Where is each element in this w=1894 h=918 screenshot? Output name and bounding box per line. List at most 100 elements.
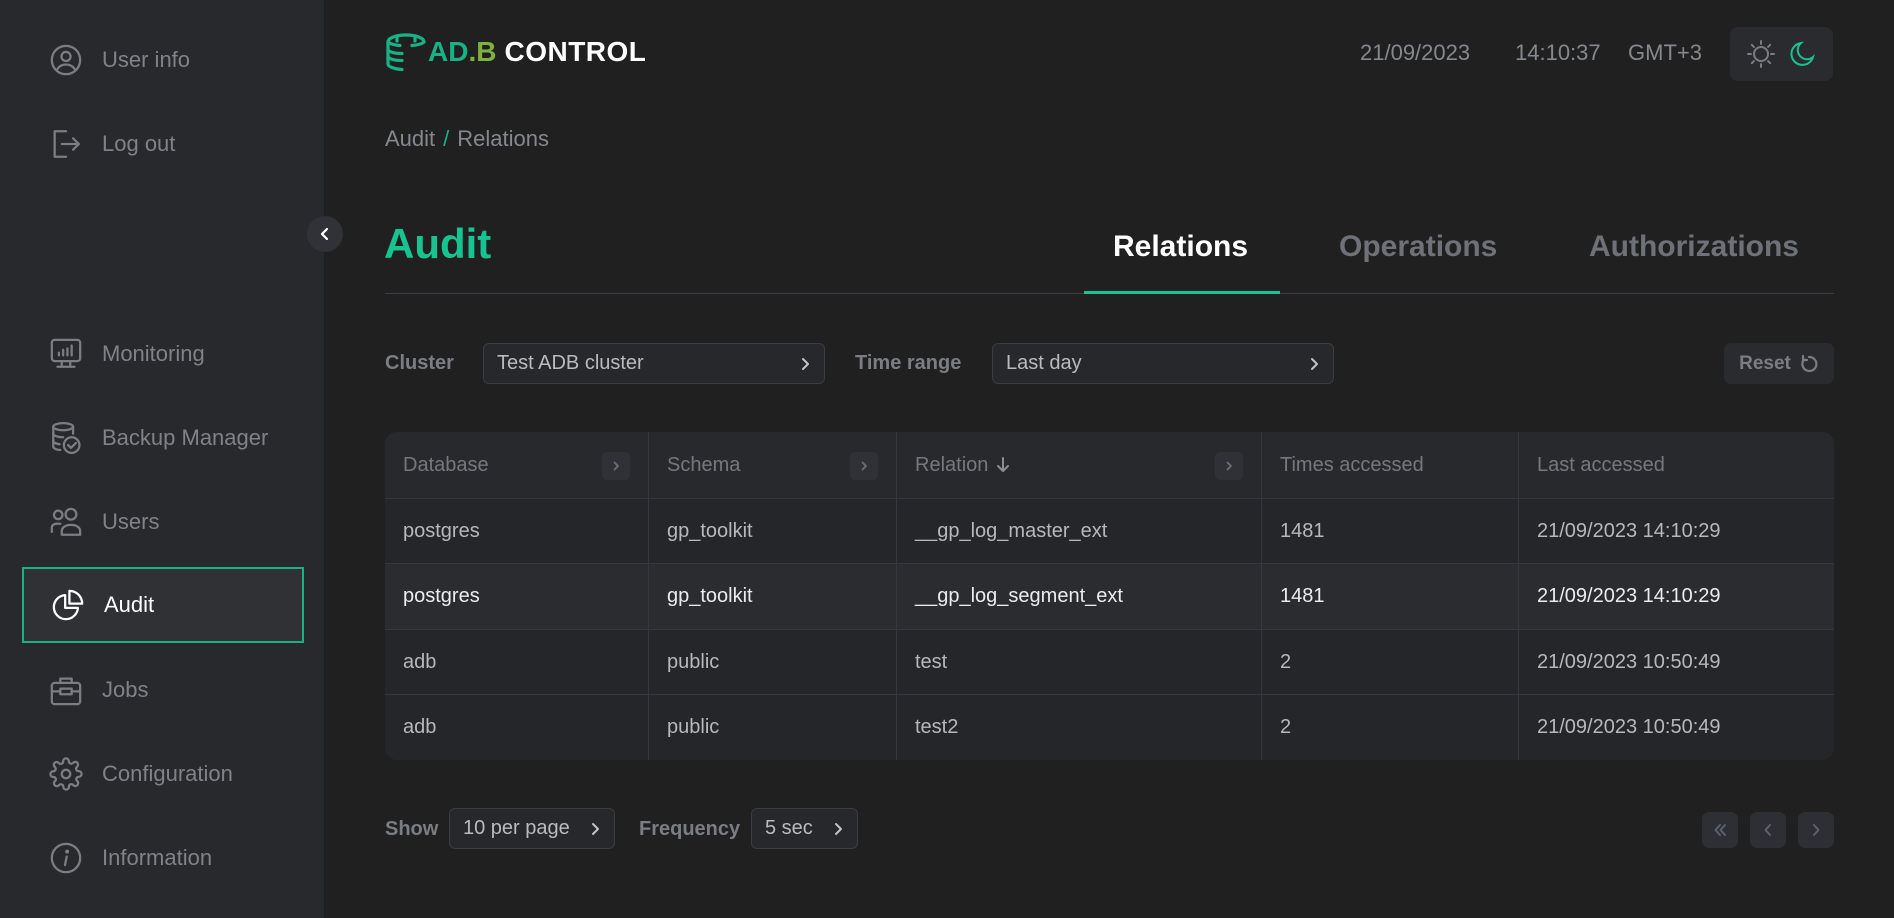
frequency-value: 5 sec: [765, 817, 813, 839]
sidebar-item-jobs[interactable]: Jobs: [22, 652, 304, 728]
chevron-right-icon: [802, 357, 809, 370]
sidebar-item-log-out[interactable]: Log out: [22, 106, 304, 182]
table-row[interactable]: adb public test2 2 21/09/2023 10:50:49: [385, 694, 1834, 760]
sidebar-item-user-info[interactable]: User info: [22, 22, 304, 98]
cell-schema: gp_toolkit: [648, 564, 896, 629]
cell-relation: __gp_log_segment_ext: [896, 564, 1261, 629]
chevron-right-icon: [861, 461, 867, 471]
table-row[interactable]: adb public test 2 21/09/2023 10:50:49: [385, 629, 1834, 695]
reset-button[interactable]: Reset: [1724, 343, 1834, 384]
cell-times-accessed: 2: [1261, 630, 1518, 695]
page-title: Audit: [384, 220, 492, 267]
tab-label: Operations: [1339, 230, 1498, 263]
chevron-right-icon: [1226, 461, 1232, 471]
chevron-right-icon: [1311, 357, 1318, 370]
sidebar-item-information[interactable]: Information: [22, 820, 304, 896]
prev-page-button[interactable]: [1750, 812, 1786, 848]
cell-database: adb: [403, 716, 437, 738]
app-logo[interactable]: AD. B CONTROL: [384, 30, 646, 74]
time-range-label: Time range: [855, 352, 962, 374]
column-header-label: Schema: [667, 453, 741, 476]
sidebar-item-label: Jobs: [102, 677, 149, 702]
cell-schema: public: [648, 695, 896, 760]
tab-operations[interactable]: Operations: [1310, 230, 1526, 294]
tab-relations[interactable]: Relations: [1084, 230, 1280, 294]
info-icon: [48, 840, 84, 876]
logo-text-ad: AD: [428, 36, 469, 67]
sidebar-item-label: Configuration: [102, 761, 233, 786]
column-header-relation[interactable]: Relation: [896, 432, 1261, 498]
database-backup-icon: [48, 420, 84, 456]
header-date: 21/09/2023: [1360, 40, 1471, 65]
breadcrumb-audit[interactable]: Audit: [385, 126, 435, 152]
cell-database: postgres: [403, 585, 480, 607]
chevron-left-icon: [320, 227, 329, 241]
light-theme-button[interactable]: [1746, 39, 1776, 69]
next-page-button[interactable]: [1798, 812, 1834, 848]
cell-relation: __gp_log_master_ext: [896, 499, 1261, 564]
dark-theme-button[interactable]: [1787, 39, 1817, 69]
sidebar-item-audit[interactable]: Audit: [22, 567, 304, 643]
time-range-select-value: Last day: [1006, 352, 1082, 374]
first-page-button[interactable]: [1702, 812, 1738, 848]
column-header-times-accessed[interactable]: Times accessed: [1261, 432, 1518, 498]
cell-times-accessed: 2: [1261, 695, 1518, 760]
time-range-select[interactable]: Last day: [992, 343, 1334, 384]
sidebar-item-users[interactable]: Users: [22, 484, 304, 560]
sidebar-item-label: Monitoring: [102, 341, 205, 366]
sidebar-item-backup-manager[interactable]: Backup Manager: [22, 400, 304, 476]
chevron-right-icon: [613, 461, 619, 471]
page-size-select[interactable]: 10 per page: [449, 808, 615, 849]
chevron-right-icon: [592, 822, 599, 835]
sidebar-collapse-button[interactable]: [307, 216, 343, 252]
logo-database-icon: [386, 33, 426, 72]
sidebar-item-label: Information: [102, 845, 213, 870]
frequency-label: Frequency: [639, 818, 741, 840]
table-header-row: Database Schema Relation Times accessed …: [385, 432, 1834, 498]
database-filter-button[interactable]: [602, 452, 630, 480]
chevron-right-icon: [1813, 824, 1820, 836]
relation-filter-button[interactable]: [1215, 452, 1243, 480]
cluster-select[interactable]: Test ADB cluster: [483, 343, 825, 384]
cluster-label: Cluster: [385, 352, 454, 374]
moon-icon: [1790, 41, 1816, 66]
gear-icon: [48, 756, 84, 792]
users-icon: [48, 504, 84, 540]
sidebar-item-monitoring[interactable]: Monitoring: [22, 316, 304, 392]
table-row[interactable]: postgres gp_toolkit __gp_log_segment_ext…: [385, 563, 1834, 629]
chevron-right-icon: [835, 822, 842, 835]
cell-times-accessed: 1481: [1261, 499, 1518, 564]
cell-last-accessed: 21/09/2023 10:50:49: [1518, 630, 1834, 695]
theme-toggle: [1730, 27, 1833, 81]
sun-icon: [1746, 40, 1775, 68]
tab-authorizations[interactable]: Authorizations: [1560, 230, 1828, 294]
column-header-last-accessed[interactable]: Last accessed: [1518, 432, 1834, 498]
monitor-chart-icon: [48, 336, 84, 372]
cell-relation: test: [896, 630, 1261, 695]
logout-icon: [48, 126, 84, 162]
sidebar-item-label: Backup Manager: [102, 425, 269, 450]
frequency-select[interactable]: 5 sec: [751, 808, 858, 849]
column-header-schema: Schema: [648, 432, 896, 498]
cell-schema: gp_toolkit: [648, 499, 896, 564]
table-row[interactable]: postgres gp_toolkit __gp_log_master_ext …: [385, 498, 1834, 564]
reset-label: Reset: [1739, 352, 1791, 374]
column-header-database: Database: [385, 432, 648, 498]
schema-filter-button[interactable]: [850, 452, 878, 480]
column-header-label: Times accessed: [1280, 453, 1424, 476]
cell-database: adb: [403, 651, 437, 673]
sort-descending-icon[interactable]: [994, 456, 1012, 474]
sidebar: User info Log out Monitoring Backup Mana…: [0, 0, 325, 918]
sidebar-item-configuration[interactable]: Configuration: [22, 736, 304, 812]
cell-last-accessed: 21/09/2023 14:10:29: [1518, 499, 1834, 564]
double-chevron-left-icon: [1714, 824, 1726, 836]
pie-chart-icon: [50, 587, 86, 623]
breadcrumb-relations: Relations: [457, 126, 549, 151]
cluster-select-value: Test ADB cluster: [497, 352, 644, 374]
page-size-value: 10 per page: [463, 817, 570, 839]
header-timezone: GMT+3: [1628, 40, 1702, 65]
cell-schema: public: [648, 630, 896, 695]
column-header-label: Database: [403, 453, 489, 476]
user-circle-icon: [48, 42, 84, 78]
breadcrumb: Audit / Relations: [385, 126, 549, 152]
